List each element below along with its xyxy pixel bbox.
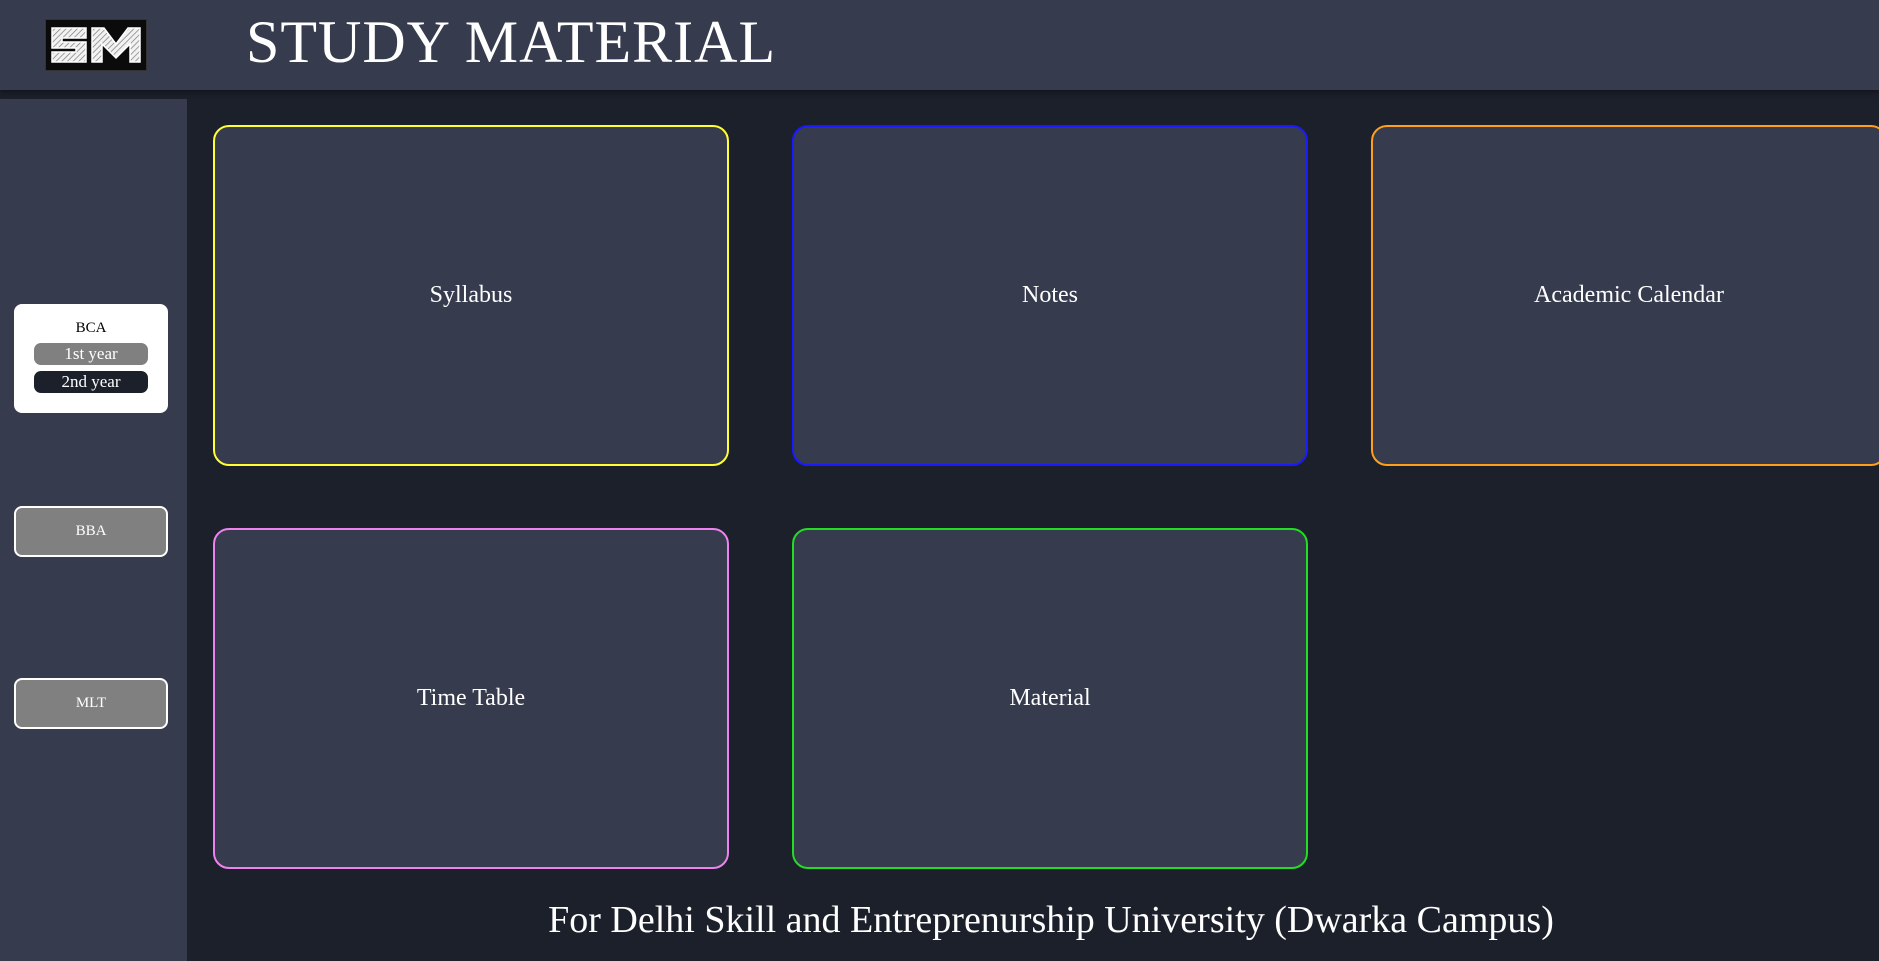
header-bar: STUDY MATERIAL [0,0,1879,90]
course-label-bca: BCA [75,320,107,336]
second-year-button[interactable]: 2nd year [34,371,148,393]
logo-sm-icon [46,20,146,70]
site-logo[interactable] [45,19,147,71]
tile-notes[interactable]: Notes [792,125,1308,466]
course-card-bca[interactable]: BCA 1st year 2nd year [14,304,168,413]
footer-text: For Delhi Skill and Entreprenurship Univ… [548,899,1554,941]
course-button-mlt[interactable]: MLT [14,678,168,729]
tile-syllabus[interactable]: Syllabus [213,125,729,466]
first-year-button[interactable]: 1st year [34,343,148,365]
page-title: STUDY MATERIAL [246,9,777,75]
course-button-bba[interactable]: BBA [14,506,168,557]
tile-material[interactable]: Material [792,528,1308,869]
tile-academic-calendar[interactable]: Academic Calendar [1371,125,1879,466]
tile-time-table[interactable]: Time Table [213,528,729,869]
